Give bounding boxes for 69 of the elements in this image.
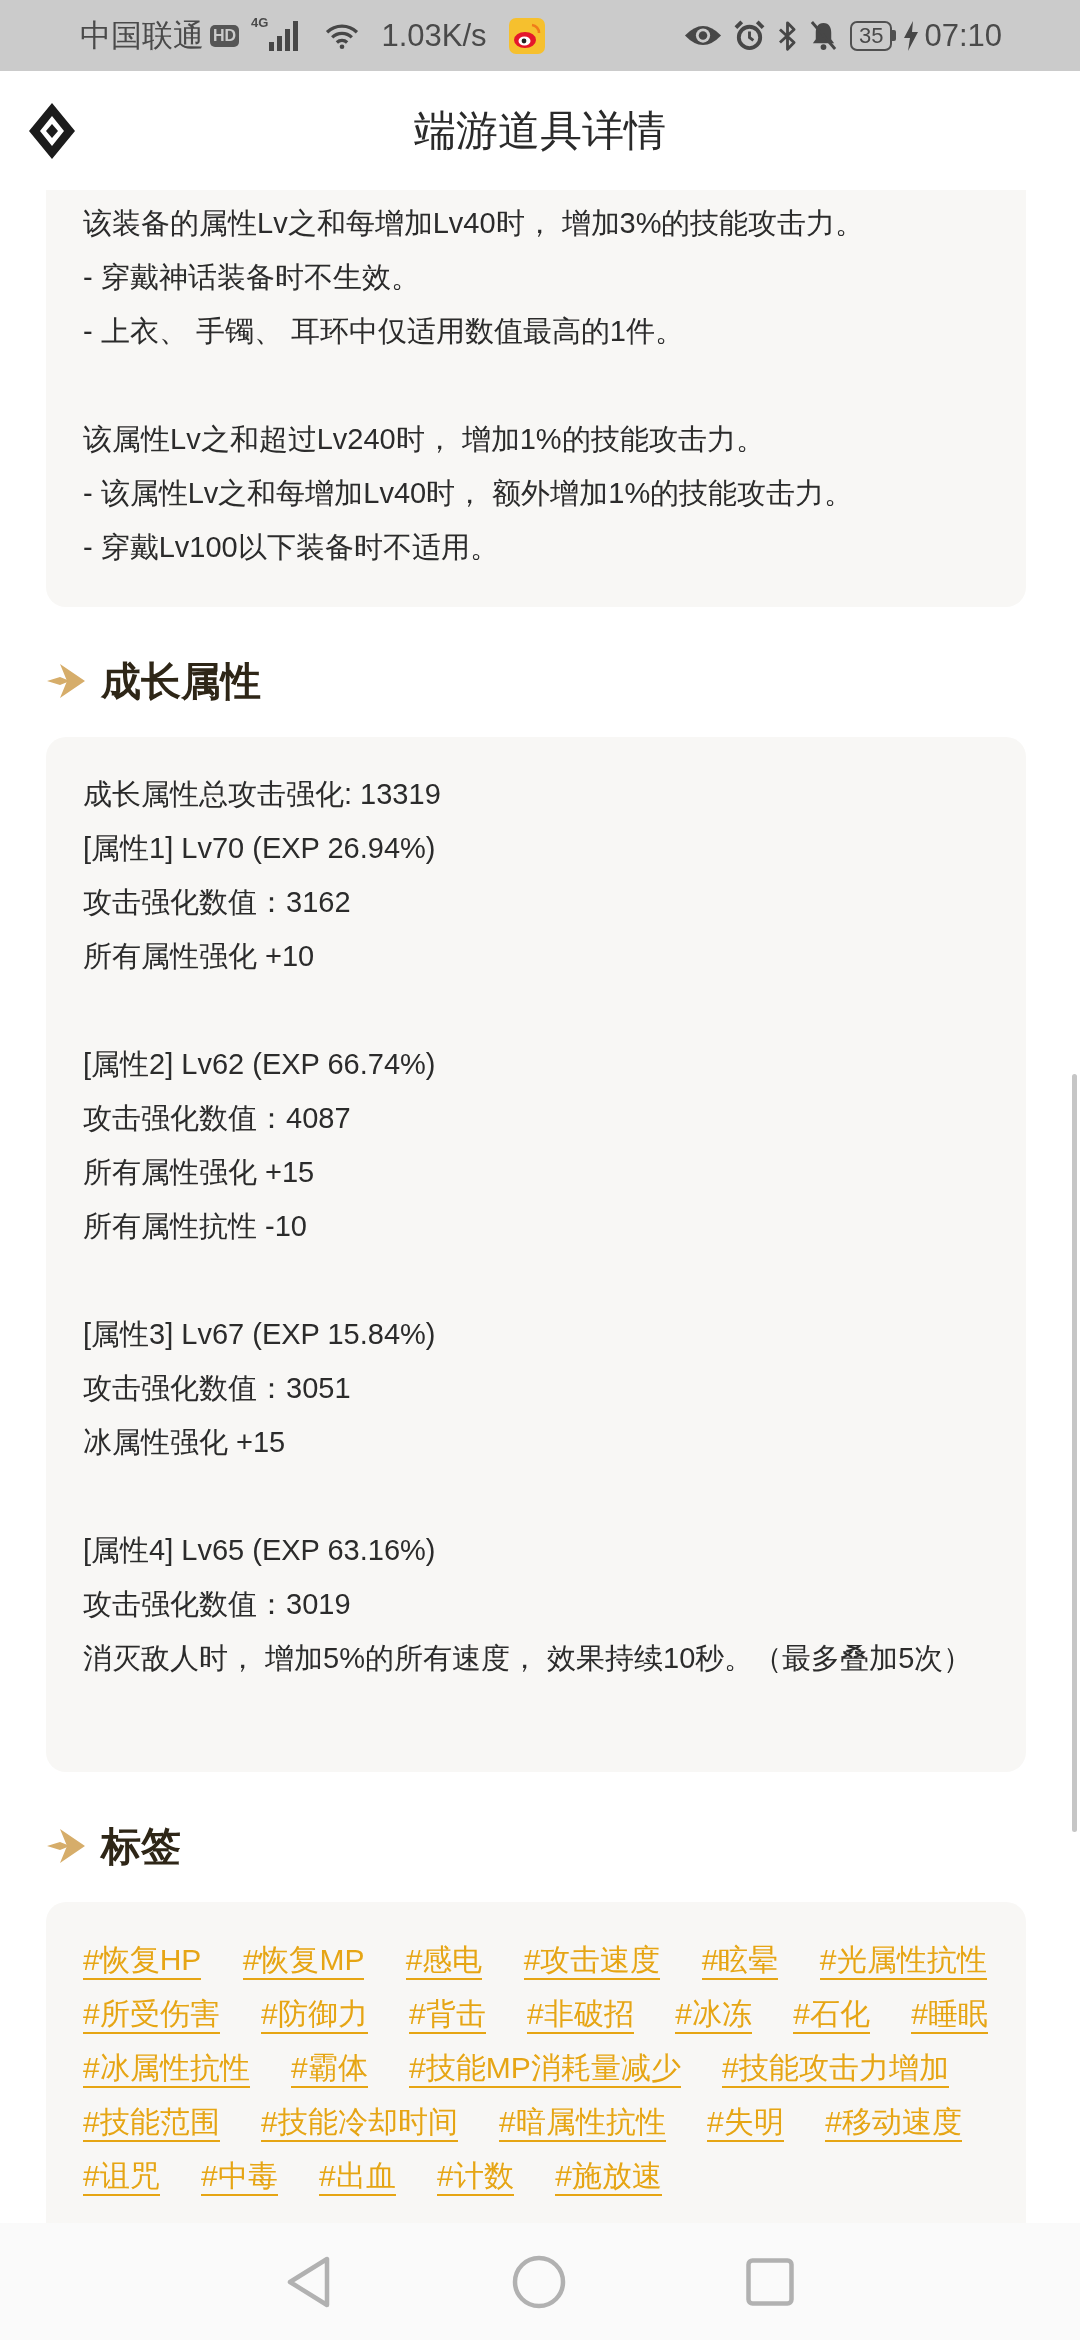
tag-link[interactable]: #技能MP消耗量减少 — [409, 2051, 681, 2088]
chevron-arrow-icon — [46, 1826, 86, 1866]
tag-link[interactable]: #失明 — [707, 2105, 784, 2142]
tag-link[interactable]: #施放速 — [555, 2159, 662, 2196]
chevron-arrow-icon — [46, 661, 86, 701]
tag-link[interactable]: #石化 — [793, 1997, 870, 2034]
info-text-line: 攻击强化数值：3051 — [83, 1371, 352, 1406]
tag-link[interactable]: #防御力 — [261, 1997, 368, 2034]
tag-link[interactable]: #出血 — [319, 2159, 396, 2196]
network-speed: 1.03K/s — [381, 16, 487, 55]
clock-time: 07:10 — [924, 16, 1002, 55]
section-title: 标签 — [101, 1823, 181, 1870]
home-icon[interactable] — [512, 2254, 566, 2309]
hd-badge: HD — [210, 24, 240, 47]
info-text-line: 攻击强化数值：4087 — [83, 1101, 352, 1136]
section-title: 成长属性 — [101, 658, 261, 705]
bluetooth-icon — [776, 19, 798, 52]
info-text-line: [属性4] Lv65 (EXP 63.16%) — [83, 1533, 437, 1568]
tag-link[interactable]: #技能范围 — [83, 2105, 220, 2142]
page-title: 端游道具详情 — [414, 105, 666, 156]
info-text-line: 所有属性强化 +10 — [83, 939, 316, 974]
info-text-line: - 穿戴神话装备时不生效。 — [83, 260, 421, 295]
tag-link[interactable]: #技能攻击力增加 — [722, 2051, 949, 2088]
tag-link[interactable]: #攻击速度 — [523, 1943, 661, 1980]
info-text-line: - 该属性Lv之和每增加Lv40时， 额外增加1%的技能攻击力。 — [83, 476, 855, 511]
info-text-line: 该属性Lv之和超过Lv240时， 增加1%的技能攻击力。 — [83, 422, 766, 457]
network-type-label: 4G — [251, 15, 269, 30]
back-icon[interactable] — [286, 2254, 332, 2309]
info-text-line: 攻击强化数值：3019 — [83, 1587, 352, 1622]
tag-link[interactable]: #光属性抗性 — [819, 1943, 987, 1980]
info-text-line: [属性3] Lv67 (EXP 15.84%) — [83, 1317, 437, 1352]
tag-link[interactable]: #中毒 — [201, 2159, 278, 2196]
info-text-line: [属性2] Lv62 (EXP 66.74%) — [83, 1047, 437, 1082]
tag-link[interactable]: #恢复MP — [242, 1943, 365, 1980]
info-text-line: 成长属性总攻击强化: 13319 — [83, 777, 442, 812]
tag-link[interactable]: #技能冷却时间 — [261, 2105, 458, 2142]
tag-link[interactable]: #感电 — [405, 1943, 483, 1980]
recent-apps-icon[interactable] — [746, 2257, 794, 2306]
bell-off-icon — [808, 20, 838, 51]
alarm-clock-icon — [732, 19, 766, 52]
tag-link[interactable]: #移动速度 — [825, 2105, 962, 2142]
tag-link[interactable]: #背击 — [409, 1997, 486, 2034]
tag-link[interactable]: #霸体 — [291, 2051, 368, 2088]
tag-link[interactable]: #恢复HP — [83, 1943, 202, 1980]
battery-indicator: 35 — [849, 20, 897, 51]
info-text-line: - 穿戴Lv100以下装备时不适用。 — [83, 530, 500, 565]
info-text-line: 冰属性强化 +15 — [83, 1425, 287, 1460]
tag-link[interactable]: #计数 — [437, 2159, 514, 2196]
tag-link[interactable]: #诅咒 — [83, 2159, 160, 2196]
info-text-line: 所有属性抗性 -10 — [83, 1209, 308, 1244]
tag-link[interactable]: #冰属性抗性 — [83, 2051, 250, 2088]
tag-link[interactable]: #暗属性抗性 — [499, 2105, 666, 2142]
info-text-line: [属性1] Lv70 (EXP 26.94%) — [83, 831, 437, 866]
info-text-line: 消灭敌人时， 增加5%的所有速度， 效果持续10秒。（最多叠加5次） — [83, 1641, 974, 1676]
tag-link[interactable]: #冰冻 — [675, 1997, 752, 2034]
charging-bolt-icon — [904, 20, 919, 51]
carrier-name: 中国联通 — [80, 16, 204, 55]
info-text-line: 攻击强化数值：3162 — [83, 885, 352, 920]
tag-link[interactable]: #睡眠 — [911, 1997, 988, 2034]
eye-icon — [683, 23, 722, 48]
tag-link[interactable]: #所受伤害 — [83, 1997, 220, 2034]
info-text-line: - 上衣、 手镯、 耳环中仅适用数值最高的1件。 — [83, 314, 685, 349]
weibo-app-icon — [508, 17, 545, 54]
diamond-logo-icon — [29, 102, 75, 159]
tag-link[interactable]: #非破招 — [527, 1997, 634, 2034]
tag-link[interactable]: #眩晕 — [701, 1943, 779, 1980]
info-text-line: 所有属性强化 +15 — [83, 1155, 316, 1190]
signal-icon — [269, 20, 300, 51]
info-text-line: 该装备的属性Lv之和每增加Lv40时， 增加3%的技能攻击力。 — [83, 206, 866, 241]
